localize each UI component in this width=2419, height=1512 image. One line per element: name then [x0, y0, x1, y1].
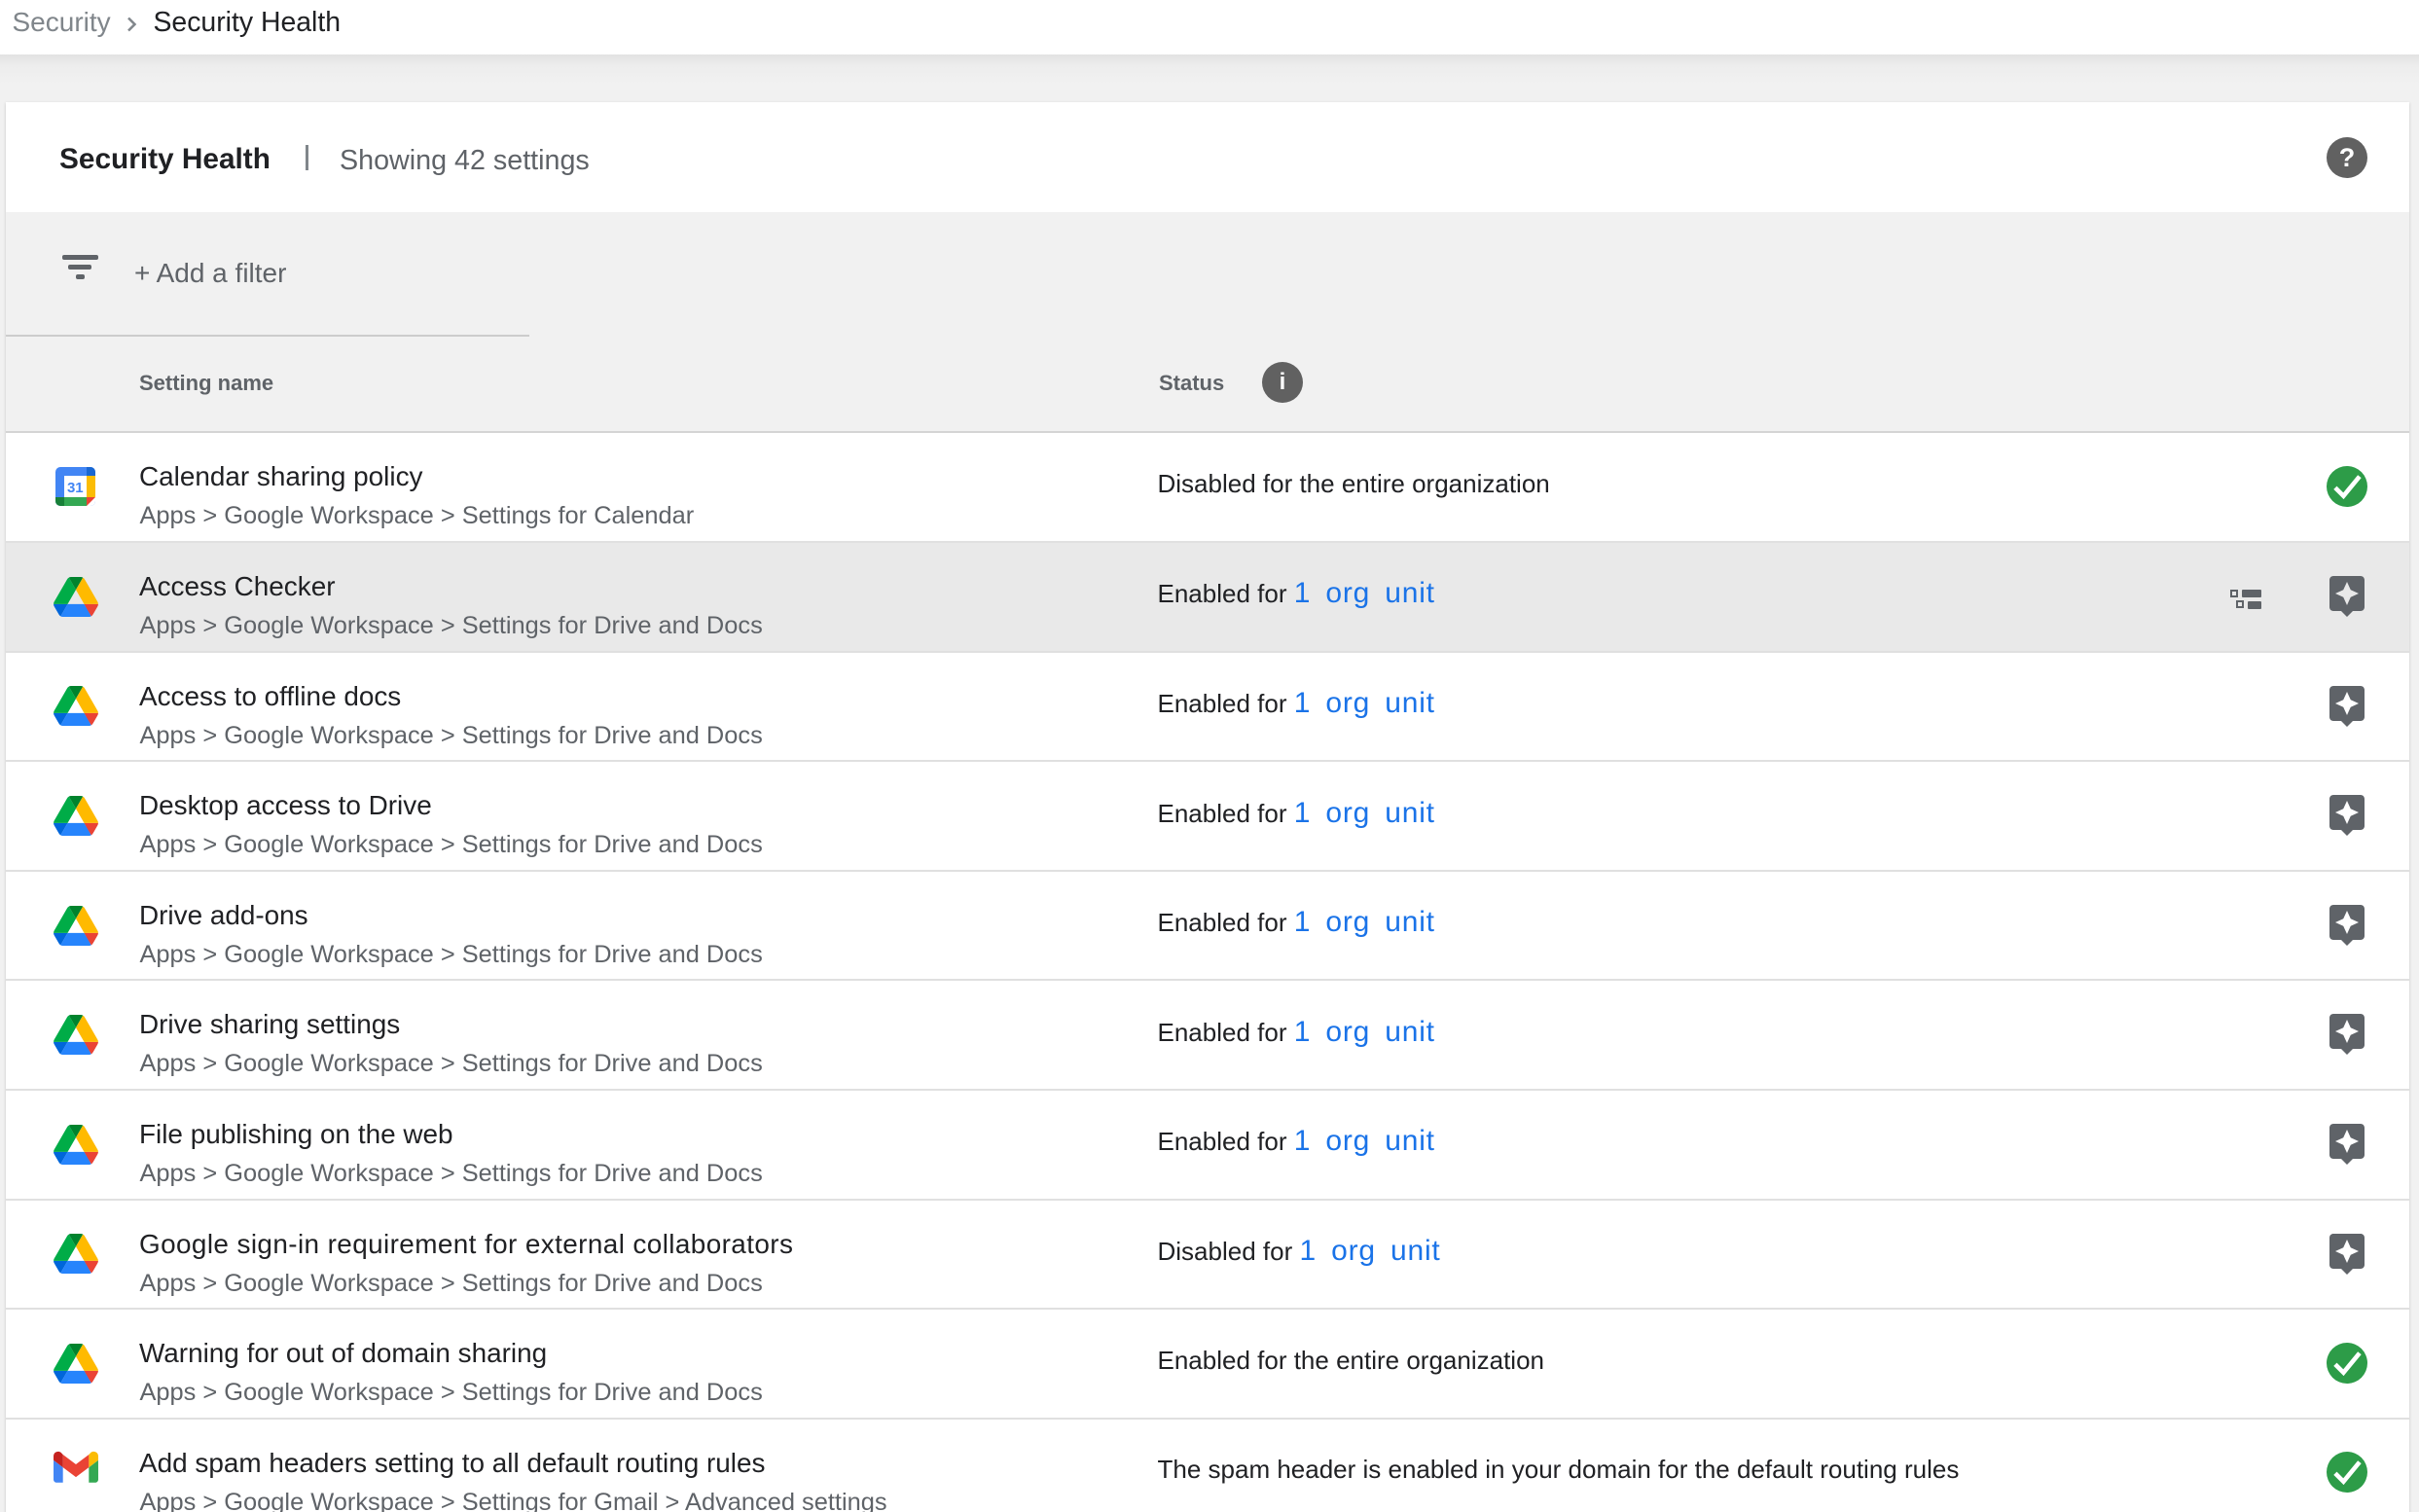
- svg-text:31: 31: [67, 480, 84, 496]
